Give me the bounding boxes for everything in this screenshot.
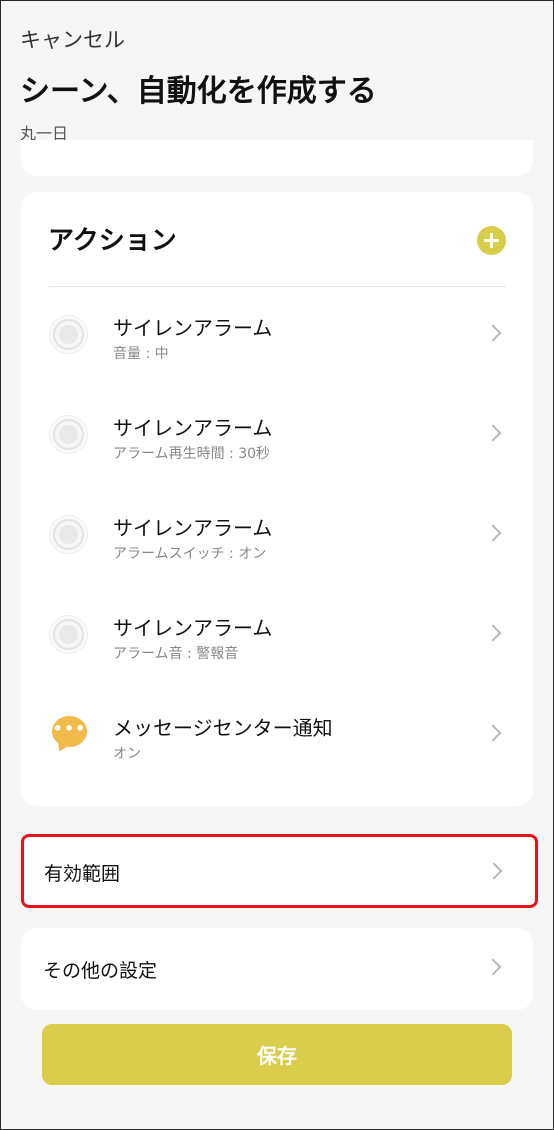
page-title: シーン、自動化を作成する xyxy=(20,74,377,109)
action-item-siren-duration[interactable]: サイレンアラーム アラーム再生時間 : 30秒 xyxy=(21,392,533,476)
other-settings-row[interactable]: その他の設定 xyxy=(21,928,533,1010)
action-item-siren-switch[interactable]: サイレンアラーム アラームスイッチ : オン xyxy=(21,492,533,576)
action-item-message-center[interactable]: ••• メッセージセンター通知 オン xyxy=(21,692,533,776)
cancel-button[interactable]: キャンセル xyxy=(20,24,125,54)
message-icon: ••• xyxy=(52,716,87,747)
action-item-title: サイレンアラーム xyxy=(113,616,273,640)
siren-icon xyxy=(50,616,87,653)
action-item-title: サイレンアラーム xyxy=(113,516,273,540)
action-item-title: サイレンアラーム xyxy=(113,316,273,340)
action-item-siren-volume[interactable]: サイレンアラーム 音量 : 中 xyxy=(21,292,533,376)
other-settings-label: その他の設定 xyxy=(43,960,158,982)
divider xyxy=(49,286,506,287)
action-item-subtitle: アラーム再生時間 : 30秒 xyxy=(113,446,271,462)
chevron-right-icon xyxy=(484,958,502,976)
condition-card-peek xyxy=(21,140,533,176)
chevron-right-icon xyxy=(484,424,502,442)
chevron-right-icon xyxy=(485,862,503,880)
chevron-right-icon xyxy=(484,724,502,742)
action-item-subtitle: アラームスイッチ : オン xyxy=(113,546,267,562)
effective-scope-row[interactable]: 有効範囲 xyxy=(21,834,538,908)
chevron-right-icon xyxy=(484,624,502,642)
save-button[interactable]: 保存 xyxy=(42,1024,512,1085)
action-item-title: メッセージセンター通知 xyxy=(113,716,333,740)
action-item-subtitle: アラーム音 : 警報音 xyxy=(113,646,239,662)
action-item-subtitle: オン xyxy=(113,746,141,762)
action-item-subtitle: 音量 : 中 xyxy=(113,346,169,362)
action-section-title: アクション xyxy=(48,226,177,256)
add-action-plus-icon[interactable] xyxy=(477,226,506,255)
chevron-right-icon xyxy=(484,524,502,542)
siren-icon xyxy=(50,516,87,553)
effective-scope-label: 有効範囲 xyxy=(44,863,121,885)
siren-icon xyxy=(50,316,87,353)
chevron-right-icon xyxy=(484,324,502,342)
action-item-siren-sound[interactable]: サイレンアラーム アラーム音 : 警報音 xyxy=(21,592,533,676)
siren-icon xyxy=(50,416,87,453)
action-item-title: サイレンアラーム xyxy=(113,416,273,440)
